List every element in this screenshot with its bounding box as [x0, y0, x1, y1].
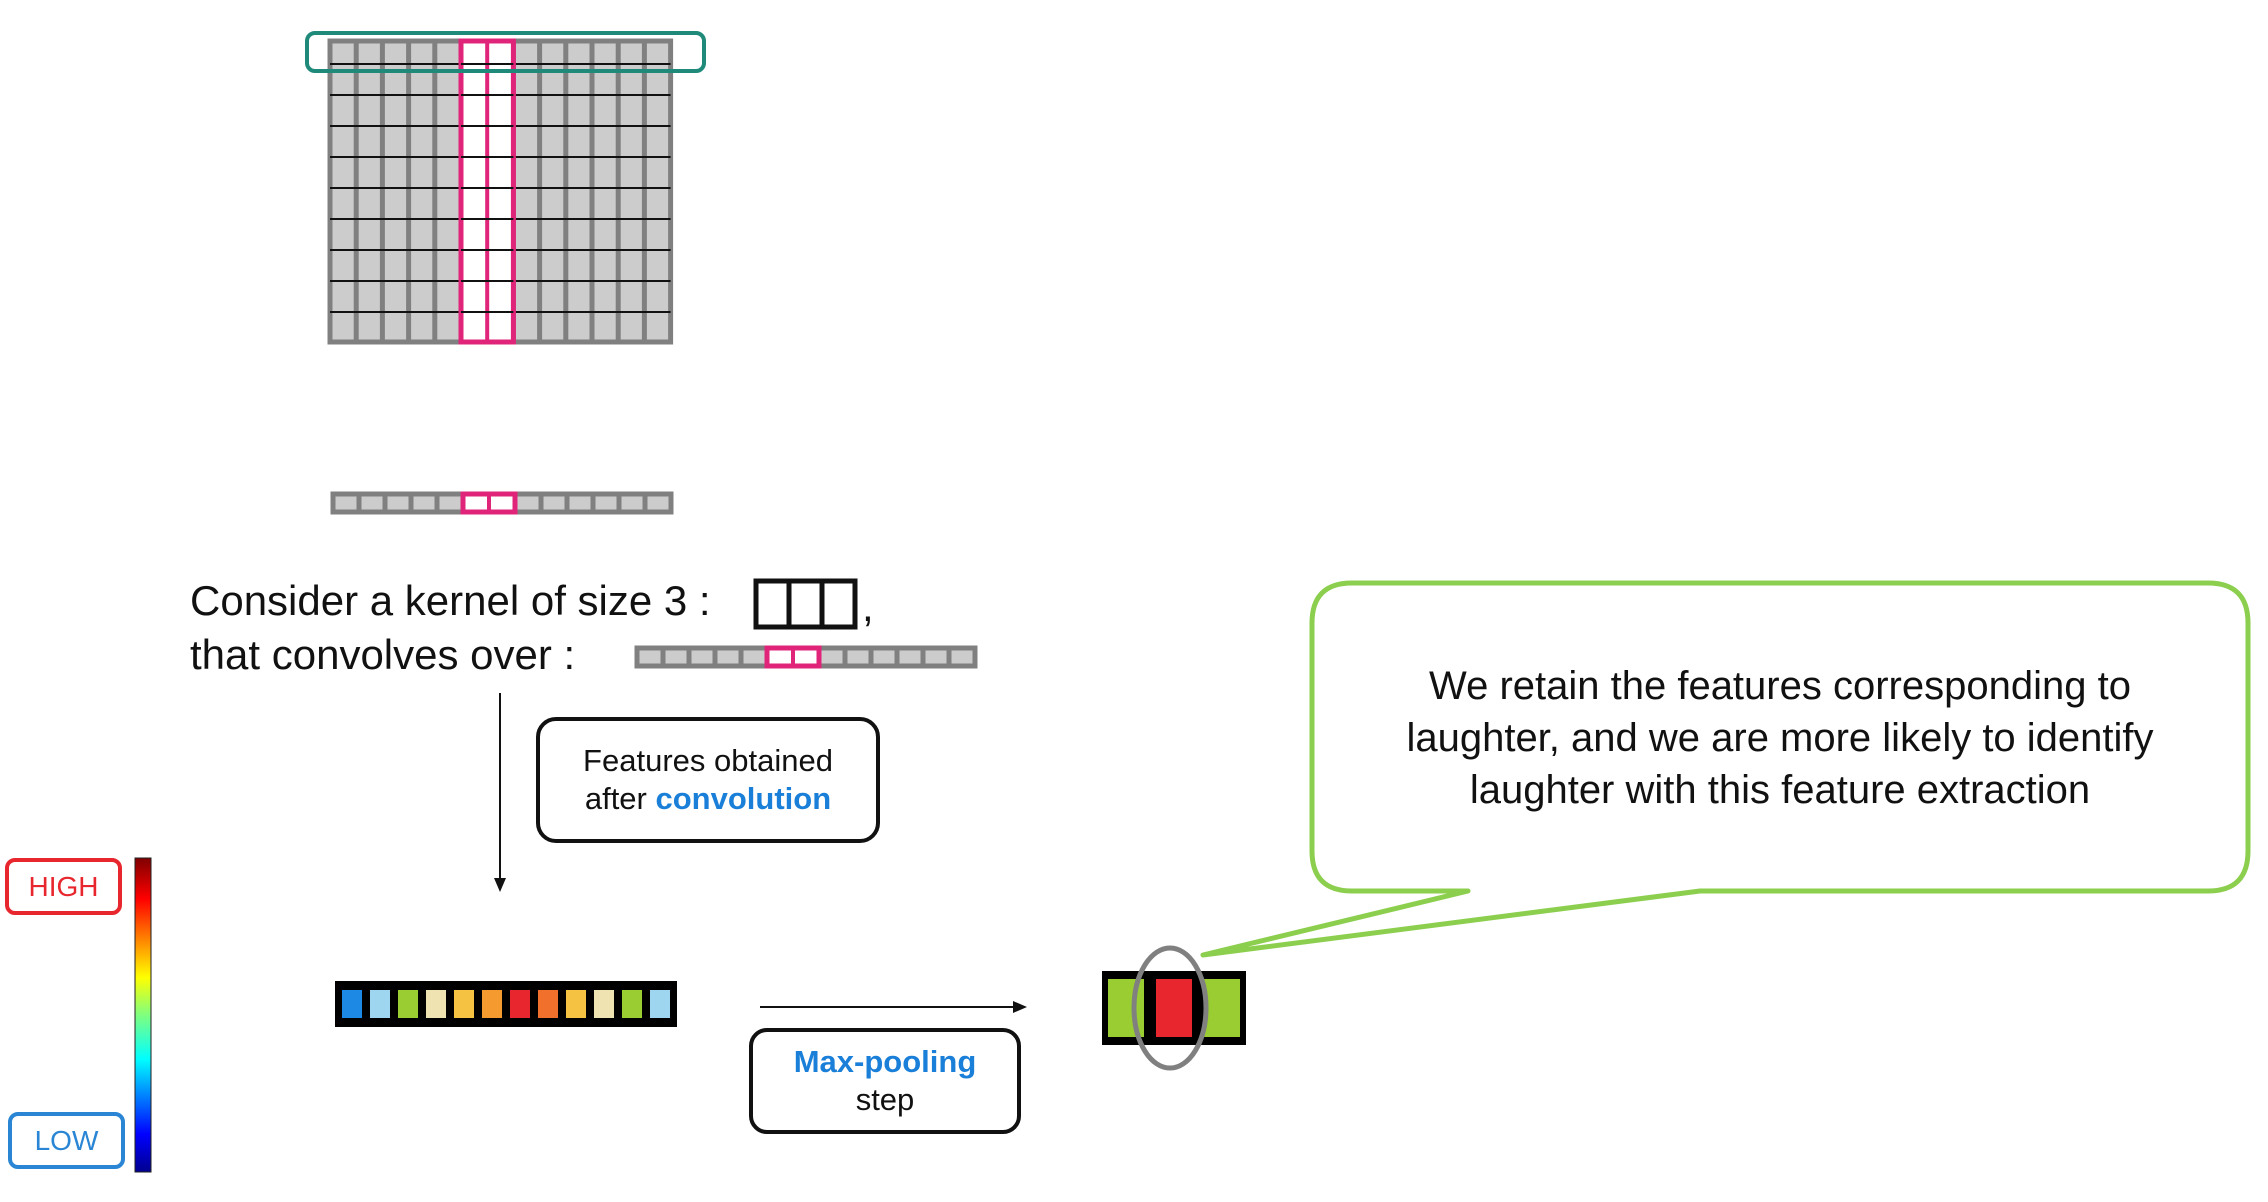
feature-cell: [398, 990, 418, 1018]
input-matrix: [327, 38, 674, 345]
feature-cell: [370, 990, 390, 1018]
feature-cell: [650, 990, 670, 1018]
pooled-cell: [1108, 979, 1144, 1037]
feature-vector: [335, 981, 677, 1027]
low-label: LOW: [34, 1125, 99, 1156]
convolution-box-line2: after convolution: [538, 780, 878, 818]
feature-cell: [594, 990, 614, 1018]
convolution-prefix: after: [584, 781, 656, 816]
down-arrow: [494, 693, 506, 892]
feature-cell: [482, 990, 502, 1018]
input-row-strip: [330, 491, 674, 515]
convolution-accent: convolution: [655, 781, 832, 816]
pooled-cell: [1204, 979, 1240, 1037]
pooled-vector: [1102, 971, 1246, 1045]
feature-cell: [566, 990, 586, 1018]
pooled-cell: [1156, 979, 1192, 1037]
kernel-comma: ,: [862, 583, 874, 630]
convolution-box-line1: Features obtained: [583, 743, 833, 778]
feature-cell: [426, 990, 446, 1018]
kernel-icon: [753, 578, 858, 630]
colorbar: [134, 857, 152, 1173]
convolution-box-text: Features obtained after convolution: [538, 742, 878, 818]
max-pooling-step: step: [855, 1082, 915, 1117]
bubble-text: We retain the features corresponding to …: [1406, 664, 2154, 812]
feature-cell: [342, 990, 362, 1018]
feature-cell: [538, 990, 558, 1018]
feature-cell: [622, 990, 642, 1018]
kernel-size-text: Consider a kernel of size 3 :: [190, 577, 711, 624]
feature-cell: [510, 990, 530, 1018]
max-pooling-accent: Max-pooling: [793, 1044, 977, 1079]
feature-cell: [454, 990, 474, 1018]
inline-row-strip: [634, 645, 978, 669]
pooling-box-text: Max-pooling step: [751, 1043, 1019, 1119]
convolves-over-text: that convolves over :: [190, 631, 576, 678]
high-label: HIGH: [28, 871, 99, 902]
right-arrow: [760, 1001, 1027, 1013]
